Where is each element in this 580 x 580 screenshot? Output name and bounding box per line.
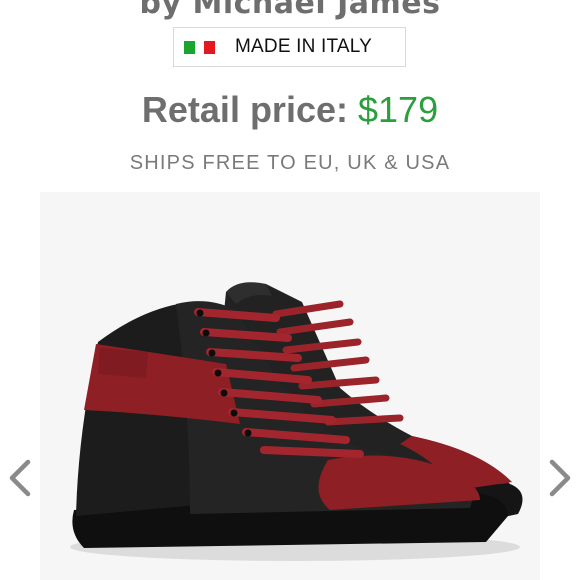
designer-name: by Michael James [139, 0, 441, 21]
front-sneaker [72, 301, 508, 548]
made-in-label: MADE IN ITALY [235, 36, 373, 57]
sneaker-illustration [70, 282, 523, 561]
chevron-right-icon[interactable] [546, 456, 576, 500]
made-in-italy-badge: MADE IN ITALY [173, 27, 406, 67]
price-value: $179 [358, 89, 439, 130]
price-label: Retail price: [141, 89, 348, 130]
shipping-note: SHIPS FREE TO EU, UK & USA [129, 152, 451, 174]
retail-price: Retail price: $179 [0, 86, 580, 134]
italy-flag-icon [184, 40, 215, 54]
product-image [40, 192, 540, 580]
product-page: by Michael James MADE IN ITALY Retail pr… [0, 0, 580, 580]
chevron-left-icon[interactable] [4, 456, 34, 500]
